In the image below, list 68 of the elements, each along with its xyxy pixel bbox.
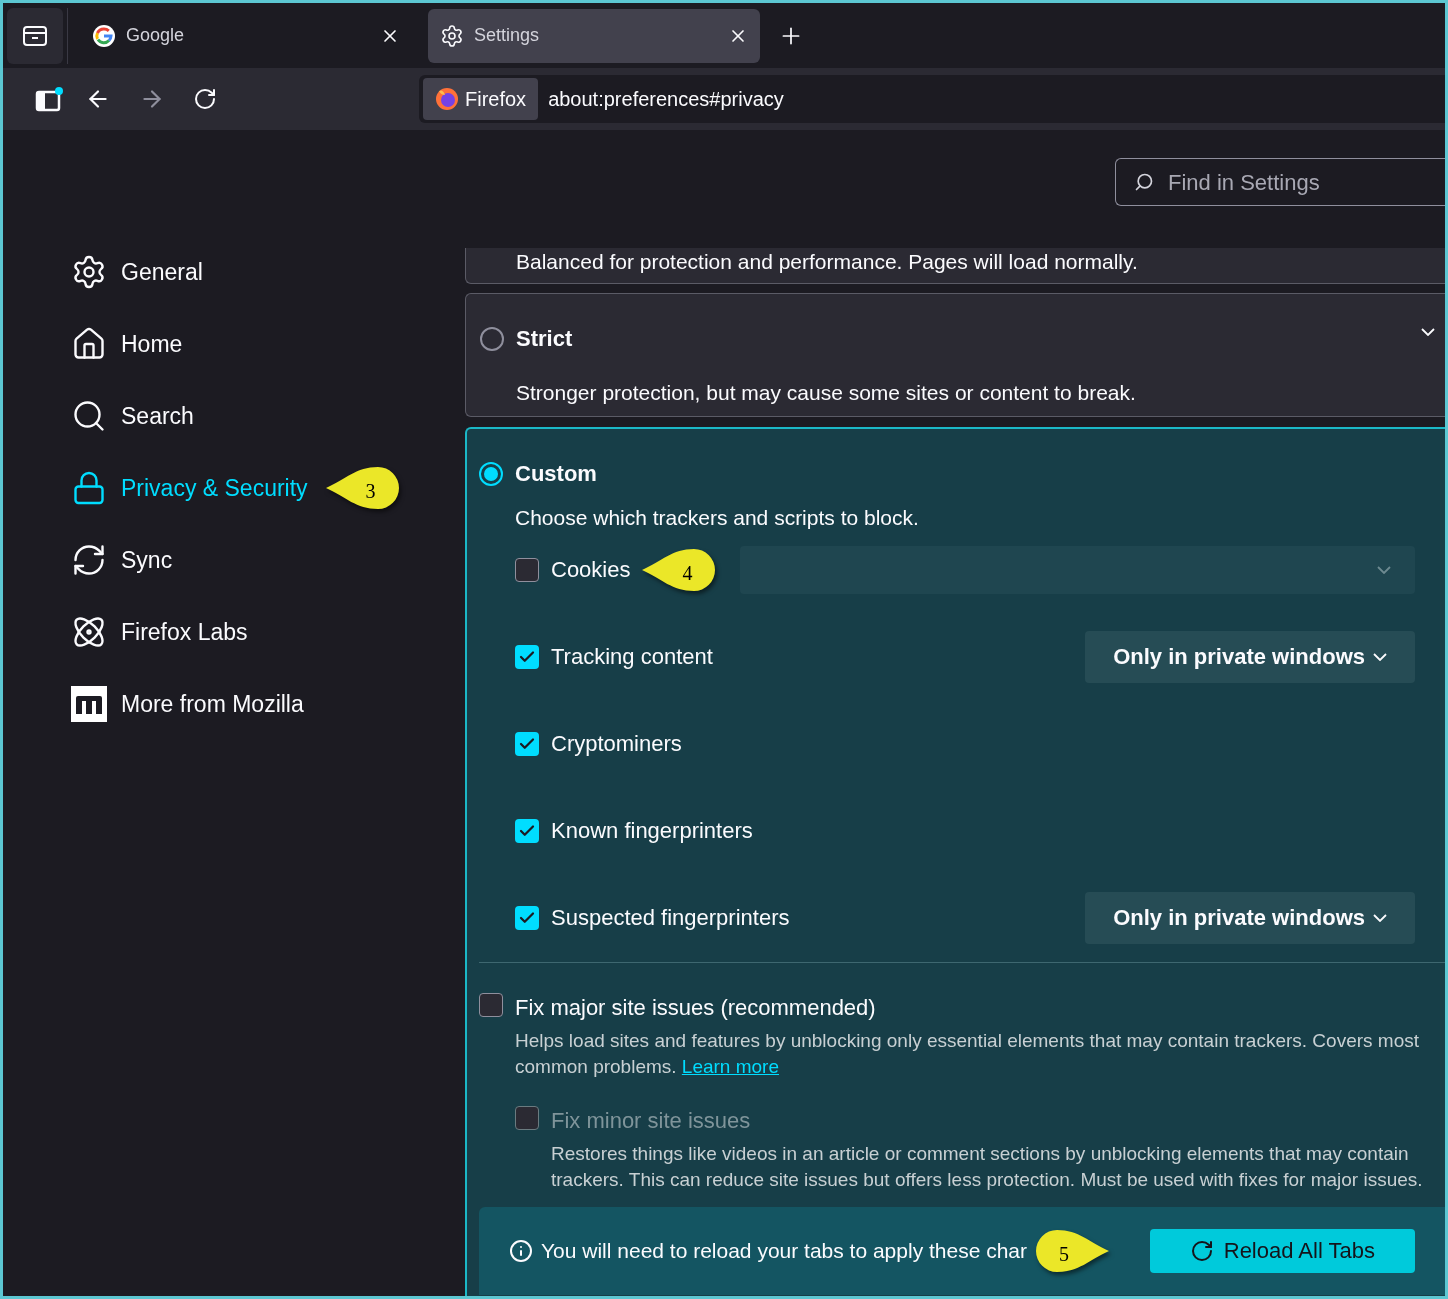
callout-badge: 3 [325, 467, 400, 509]
gear-icon [440, 23, 464, 48]
fix-description: Helps load sites and features by unblocking only essential elements that may contain trackers. Covers most common problems. Learn more [515, 1028, 1420, 1079]
checkbox[interactable] [515, 818, 539, 843]
reload-icon [1189, 1238, 1214, 1263]
sidebar-item[interactable]: Firefox Labs [71, 614, 248, 650]
reload-all-tabs-button[interactable]: Reload All Tabs [1149, 1228, 1415, 1273]
chevron-icon [1373, 652, 1387, 661]
radio-button[interactable] [480, 326, 504, 351]
tracker-label: Cryptominers [551, 730, 682, 758]
sidebar-item[interactable]: Search [71, 398, 194, 434]
lock-icon [71, 470, 107, 506]
checkbox[interactable] [479, 992, 503, 1017]
callout-badge: 5 [1035, 1229, 1110, 1272]
option-description: Choose which trackers and scripts to block. [514, 505, 920, 531]
sync-icon [71, 542, 107, 578]
option-title: Strict [516, 325, 574, 353]
url-text: about:preferences#privacy [548, 87, 784, 112]
protection-card[interactable] [465, 427, 1445, 1296]
learn-more-link[interactable]: Learn more [681, 1055, 779, 1077]
info-icon [509, 1238, 533, 1263]
checkbox[interactable] [515, 557, 539, 582]
fix-label: Fix major site issues (recommended) [515, 993, 877, 1022]
chevron-icon [1377, 565, 1391, 574]
tab-title: Settings [474, 24, 541, 47]
firefox-logo-icon [435, 87, 459, 111]
tracker-label: Suspected fingerprinters [551, 904, 790, 932]
browser-tab[interactable]: Settings [428, 8, 760, 63]
option-description: Balanced for protection and performance. Pages will load normally. [516, 249, 1138, 275]
tracker-label: Known fingerprinters [551, 817, 753, 845]
option-description: Stronger protection, but may cause some sites or content to break. [515, 380, 1137, 406]
tracker-label: Tracking content [551, 643, 713, 671]
search-icon [71, 398, 107, 434]
dropdown[interactable]: Only in private windows [1085, 630, 1415, 683]
reload-message: You will need to reload your tabs to apply these char [541, 1237, 1028, 1264]
atom-icon [71, 614, 107, 650]
archive-icon [22, 23, 48, 48]
browser-tab[interactable]: Google [80, 8, 412, 63]
reload-icon[interactable] [193, 87, 217, 111]
protection-card[interactable]: Strict Stronger protection, but may cause some sites or content to break. [465, 293, 1445, 417]
chevron-icon [1373, 913, 1387, 922]
sidebar-item[interactable]: Privacy & Security [71, 470, 308, 506]
search-icon [1134, 172, 1154, 192]
tab-title: Google [126, 24, 186, 47]
callout-badge: 4 [642, 548, 717, 591]
chevron-icon [1421, 327, 1435, 336]
fix-description: Restores things like videos in an article or comment sections by unblocking elements that may contain trackers. This can reduce site issues but offers less protection. Must be used with fixes for major issues. [551, 1141, 1424, 1192]
identity-button[interactable]: Firefox [423, 78, 539, 120]
dropdown[interactable]: Only in private windows [1085, 891, 1415, 944]
checkbox[interactable] [515, 644, 539, 669]
google-logo-icon [92, 23, 116, 48]
mozilla-logo-icon [71, 686, 107, 722]
sidebar-item[interactable]: General [71, 254, 203, 290]
tracker-label: Cookies [551, 556, 631, 584]
tab-list-button[interactable] [7, 7, 63, 64]
sidebar-item[interactable]: Home [71, 326, 183, 362]
gear-icon [71, 254, 107, 290]
address-bar[interactable]: Firefox about:preferences#privacy [419, 75, 1445, 123]
home-icon [71, 326, 107, 362]
checkbox[interactable] [515, 731, 539, 756]
search-field[interactable]: Find in Settings [1115, 158, 1445, 206]
sidebar-icon[interactable] [35, 85, 65, 113]
sidebar-item[interactable]: More from Mozilla [71, 686, 304, 722]
checkbox[interactable] [515, 905, 539, 930]
sidebar-item[interactable]: Sync [71, 542, 173, 578]
radio-button[interactable] [479, 461, 503, 486]
option-title: Custom [515, 460, 597, 488]
fix-label: Fix minor site issues [551, 1106, 752, 1135]
